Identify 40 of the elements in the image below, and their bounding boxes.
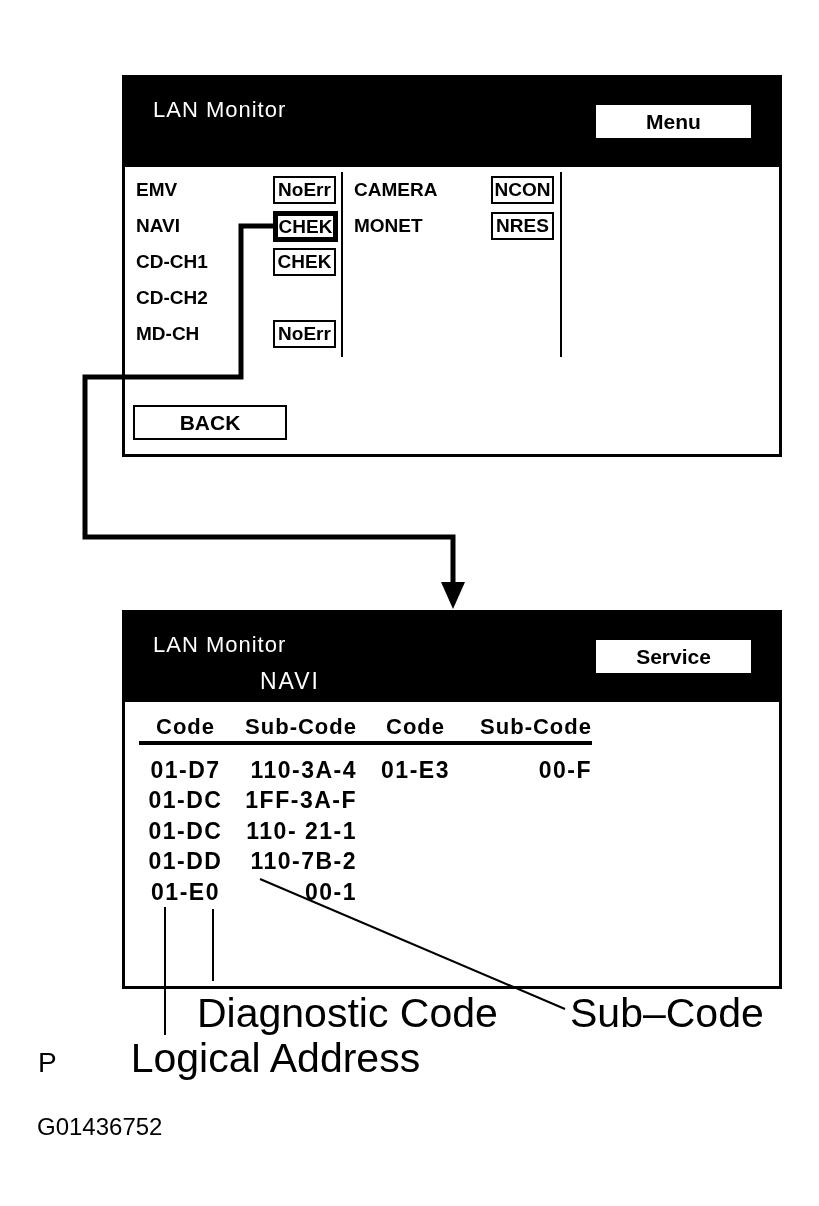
column-header: Code xyxy=(156,713,215,740)
table-cell-text: 110- 21-1 xyxy=(246,816,357,846)
column-header: Sub-Code xyxy=(245,713,357,740)
back-button[interactable]: BACK xyxy=(133,405,287,440)
table-cell-text: 00-1 xyxy=(304,877,357,907)
table-cell-text: 01-DD xyxy=(148,847,223,877)
status-button[interactable]: NCON xyxy=(491,176,554,204)
table-cell-text: 1FF-3A-F xyxy=(245,786,357,816)
figure-number: G01436752 xyxy=(37,1113,163,1141)
screen-title: LAN Monitor xyxy=(153,98,287,122)
status-button[interactable]: NoErr xyxy=(273,176,336,204)
device-label: MONET xyxy=(354,215,424,237)
table-cell-text: 01-DC xyxy=(148,816,223,846)
table-cell-text: 110-7B-2 xyxy=(250,847,357,877)
table-cell-text: 00-F xyxy=(538,755,592,785)
screen-title: LAN Monitor xyxy=(153,633,287,657)
figure-letter: P xyxy=(38,1046,57,1080)
table-cell-text: 01-E0 xyxy=(151,877,220,907)
device-label: CD-CH1 xyxy=(136,251,209,273)
device-label: MD-CH xyxy=(136,323,201,345)
table-cell-text: 110-3A-4 xyxy=(250,755,357,785)
callout-label: Logical Address xyxy=(130,1036,421,1081)
table-cell-text: 01-E3 xyxy=(381,755,450,785)
device-label: CAMERA xyxy=(354,179,439,201)
status-button[interactable]: NRES xyxy=(491,212,554,240)
status-button[interactable]: NoErr xyxy=(273,320,336,348)
menu-button[interactable]: Menu xyxy=(596,105,751,138)
device-label: NAVI xyxy=(136,215,181,237)
column-header: Sub-Code xyxy=(480,713,592,740)
callout-label: Diagnostic Code xyxy=(197,991,498,1036)
status-button[interactable]: CHEK xyxy=(273,210,338,242)
column-header: Code xyxy=(386,713,445,740)
table-cell-text: 01-DC xyxy=(148,786,223,816)
callout-label: Sub–Code xyxy=(570,991,764,1036)
device-label: CD-CH2 xyxy=(136,287,209,309)
device-label: EMV xyxy=(136,179,179,201)
device-subtitle: NAVI xyxy=(260,668,320,694)
table-cell-text: 01-D7 xyxy=(150,755,221,785)
service-button[interactable]: Service xyxy=(596,640,751,673)
status-button[interactable]: CHEK xyxy=(273,248,336,276)
